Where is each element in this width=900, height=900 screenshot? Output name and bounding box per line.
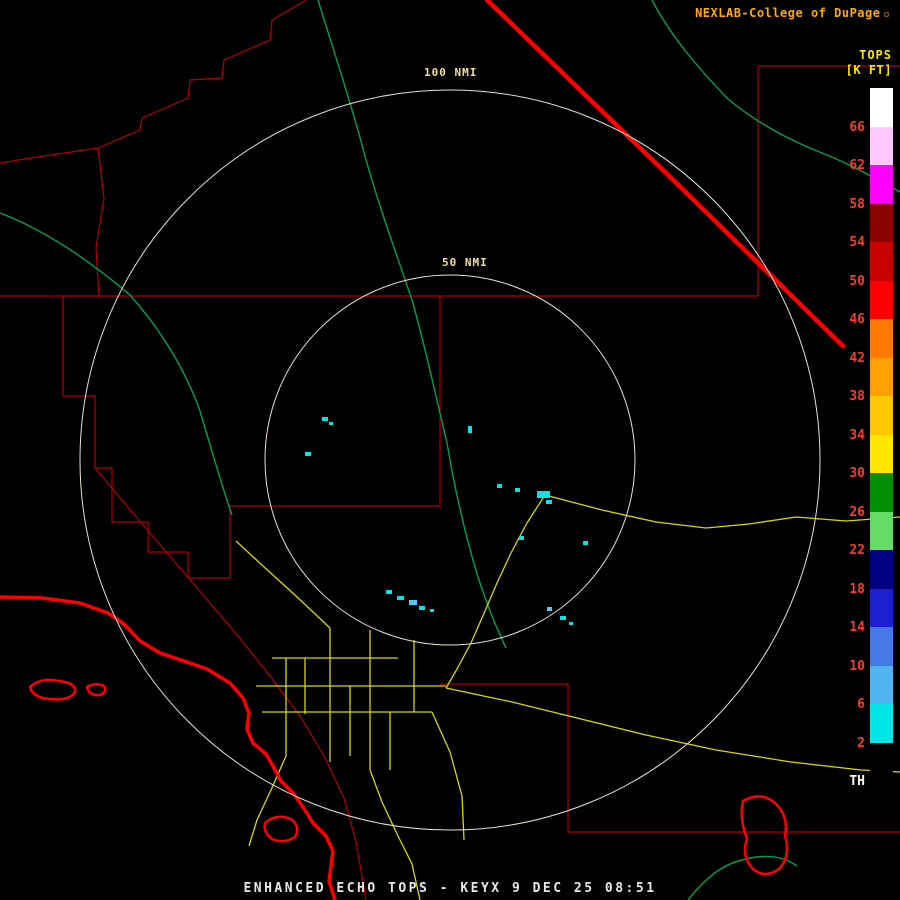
radar-map <box>0 0 900 900</box>
legend-swatch <box>870 319 893 358</box>
echo-return <box>515 488 520 492</box>
echo-return <box>430 609 434 612</box>
legend-swatch <box>870 281 893 320</box>
legend-value: 2 <box>829 737 865 751</box>
legend-value: 46 <box>829 313 865 327</box>
echo-return <box>329 422 333 425</box>
legend-swatch <box>870 396 893 435</box>
rivers <box>0 0 900 900</box>
legend-swatch <box>870 242 893 281</box>
legend-entry: 38 <box>870 358 893 397</box>
legend-entry: 42 <box>870 319 893 358</box>
ring-label-100nmi: 100 NMI <box>424 66 477 79</box>
legend-swatch <box>870 743 893 782</box>
echo-return <box>537 491 550 498</box>
legend-value: 10 <box>829 660 865 674</box>
legend-entry: 10 <box>870 627 893 666</box>
legend-entry: 30 <box>870 435 893 474</box>
echo-return <box>322 417 328 421</box>
brand-badge-icon: ▫ <box>883 9 890 20</box>
highways <box>0 0 843 900</box>
legend-entry: 34 <box>870 396 893 435</box>
legend-value: 66 <box>829 121 865 135</box>
legend-swatch <box>870 358 893 397</box>
legend-value: 54 <box>829 236 865 250</box>
legend-value: 34 <box>829 429 865 443</box>
echo-return <box>409 600 417 605</box>
legend-entry: 2 <box>870 704 893 743</box>
legend-entry: 18 <box>870 550 893 589</box>
legend-value: 14 <box>829 621 865 635</box>
legend-value: 42 <box>829 352 865 366</box>
legend-swatch <box>870 589 893 628</box>
legend-swatch <box>870 704 893 743</box>
echo-return <box>519 536 524 540</box>
legend-entry: 66 <box>870 88 893 127</box>
legend-entry: 62 <box>870 127 893 166</box>
legend-value: 18 <box>829 583 865 597</box>
legend-value: 22 <box>829 544 865 558</box>
legend-entry: 54 <box>870 204 893 243</box>
legend-value: 58 <box>829 198 865 212</box>
brand-text: NEXLAB-College of DuPage <box>695 6 880 20</box>
legend-swatch <box>870 88 893 127</box>
legend-value: 26 <box>829 506 865 520</box>
radar-display: NEXLAB-College of DuPage▫ 100 NMI 50 NMI… <box>0 0 900 900</box>
legend-entry: 58 <box>870 165 893 204</box>
legend-entry: 22 <box>870 512 893 551</box>
colorbar: 66625854504642383430262218141062TH <box>870 88 893 781</box>
ring-label-50nmi: 50 NMI <box>442 256 488 269</box>
legend-entry: TH <box>870 743 893 782</box>
legend-entry: 26 <box>870 473 893 512</box>
legend-value: 30 <box>829 467 865 481</box>
legend-value: 50 <box>829 275 865 289</box>
echo-return <box>583 541 588 545</box>
legend-swatch <box>870 127 893 166</box>
legend-title: TOPS <box>859 48 892 62</box>
echo-return <box>386 590 392 594</box>
status-bar: ENHANCED ECHO TOPS - KEYX 9 DEC 25 08:51 <box>0 881 900 896</box>
county-boundaries <box>0 0 900 900</box>
legend-entry: 6 <box>870 666 893 705</box>
legend-value: TH <box>829 775 865 789</box>
echo-return <box>305 452 311 456</box>
echo-return <box>397 596 404 600</box>
legend-swatch <box>870 666 893 705</box>
legend-swatch <box>870 512 893 551</box>
legend-swatch <box>870 204 893 243</box>
echo-return <box>419 606 425 610</box>
legend-entry: 50 <box>870 242 893 281</box>
legend-entry: 46 <box>870 281 893 320</box>
echo-return <box>546 500 552 504</box>
legend-swatch <box>870 165 893 204</box>
brand: NEXLAB-College of DuPage▫ <box>695 6 890 20</box>
legend-value: 38 <box>829 390 865 404</box>
echo-return <box>468 426 472 433</box>
legend-units: [K FT] <box>846 63 892 77</box>
echo-return <box>560 616 566 620</box>
echo-return <box>497 484 502 488</box>
legend-value: 6 <box>829 698 865 712</box>
legend-entry: 14 <box>870 589 893 628</box>
legend-swatch <box>870 435 893 474</box>
legend-swatch <box>870 627 893 666</box>
legend-swatch <box>870 473 893 512</box>
legend-swatch <box>870 550 893 589</box>
echo-returns <box>305 417 588 625</box>
legend-value: 62 <box>829 159 865 173</box>
echo-return <box>569 622 573 625</box>
echo-return <box>547 607 552 611</box>
